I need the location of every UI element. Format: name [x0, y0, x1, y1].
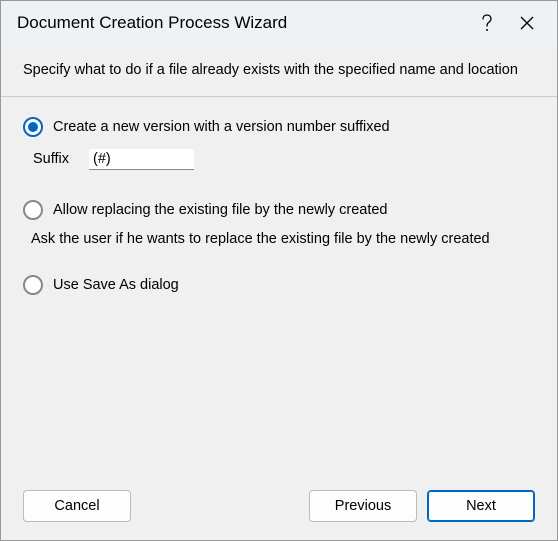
suffix-row: Suffix: [33, 149, 535, 170]
option-label: Create a new version with a version numb…: [53, 119, 390, 135]
content-area: Create a new version with a version numb…: [1, 97, 557, 478]
footer: Cancel Previous Next: [1, 478, 557, 540]
suffix-label: Suffix: [33, 151, 69, 167]
radio-save-as[interactable]: [23, 275, 43, 295]
wizard-dialog: Document Creation Process Wizard Specify…: [0, 0, 558, 541]
option-label: Use Save As dialog: [53, 277, 179, 293]
help-icon: [481, 14, 493, 32]
previous-button[interactable]: Previous: [309, 490, 417, 522]
option-label: Allow replacing the existing file by the…: [53, 202, 387, 218]
option-save-as[interactable]: Use Save As dialog: [23, 275, 535, 295]
spacer: [141, 490, 299, 522]
option-allow-replace[interactable]: Allow replacing the existing file by the…: [23, 200, 535, 220]
radio-create-version[interactable]: [23, 117, 43, 137]
dialog-title: Document Creation Process Wizard: [17, 13, 467, 33]
help-button[interactable]: [467, 3, 507, 43]
header-section: Specify what to do if a file already exi…: [1, 45, 557, 97]
cancel-button[interactable]: Cancel: [23, 490, 131, 522]
next-button[interactable]: Next: [427, 490, 535, 522]
suffix-input[interactable]: [89, 149, 194, 170]
header-text: Specify what to do if a file already exi…: [23, 61, 535, 80]
close-icon: [520, 16, 534, 30]
close-button[interactable]: [507, 3, 547, 43]
radio-allow-replace[interactable]: [23, 200, 43, 220]
titlebar: Document Creation Process Wizard: [1, 1, 557, 45]
option-create-version[interactable]: Create a new version with a version numb…: [23, 117, 535, 137]
replace-sub-text: Ask the user if he wants to replace the …: [31, 230, 535, 249]
